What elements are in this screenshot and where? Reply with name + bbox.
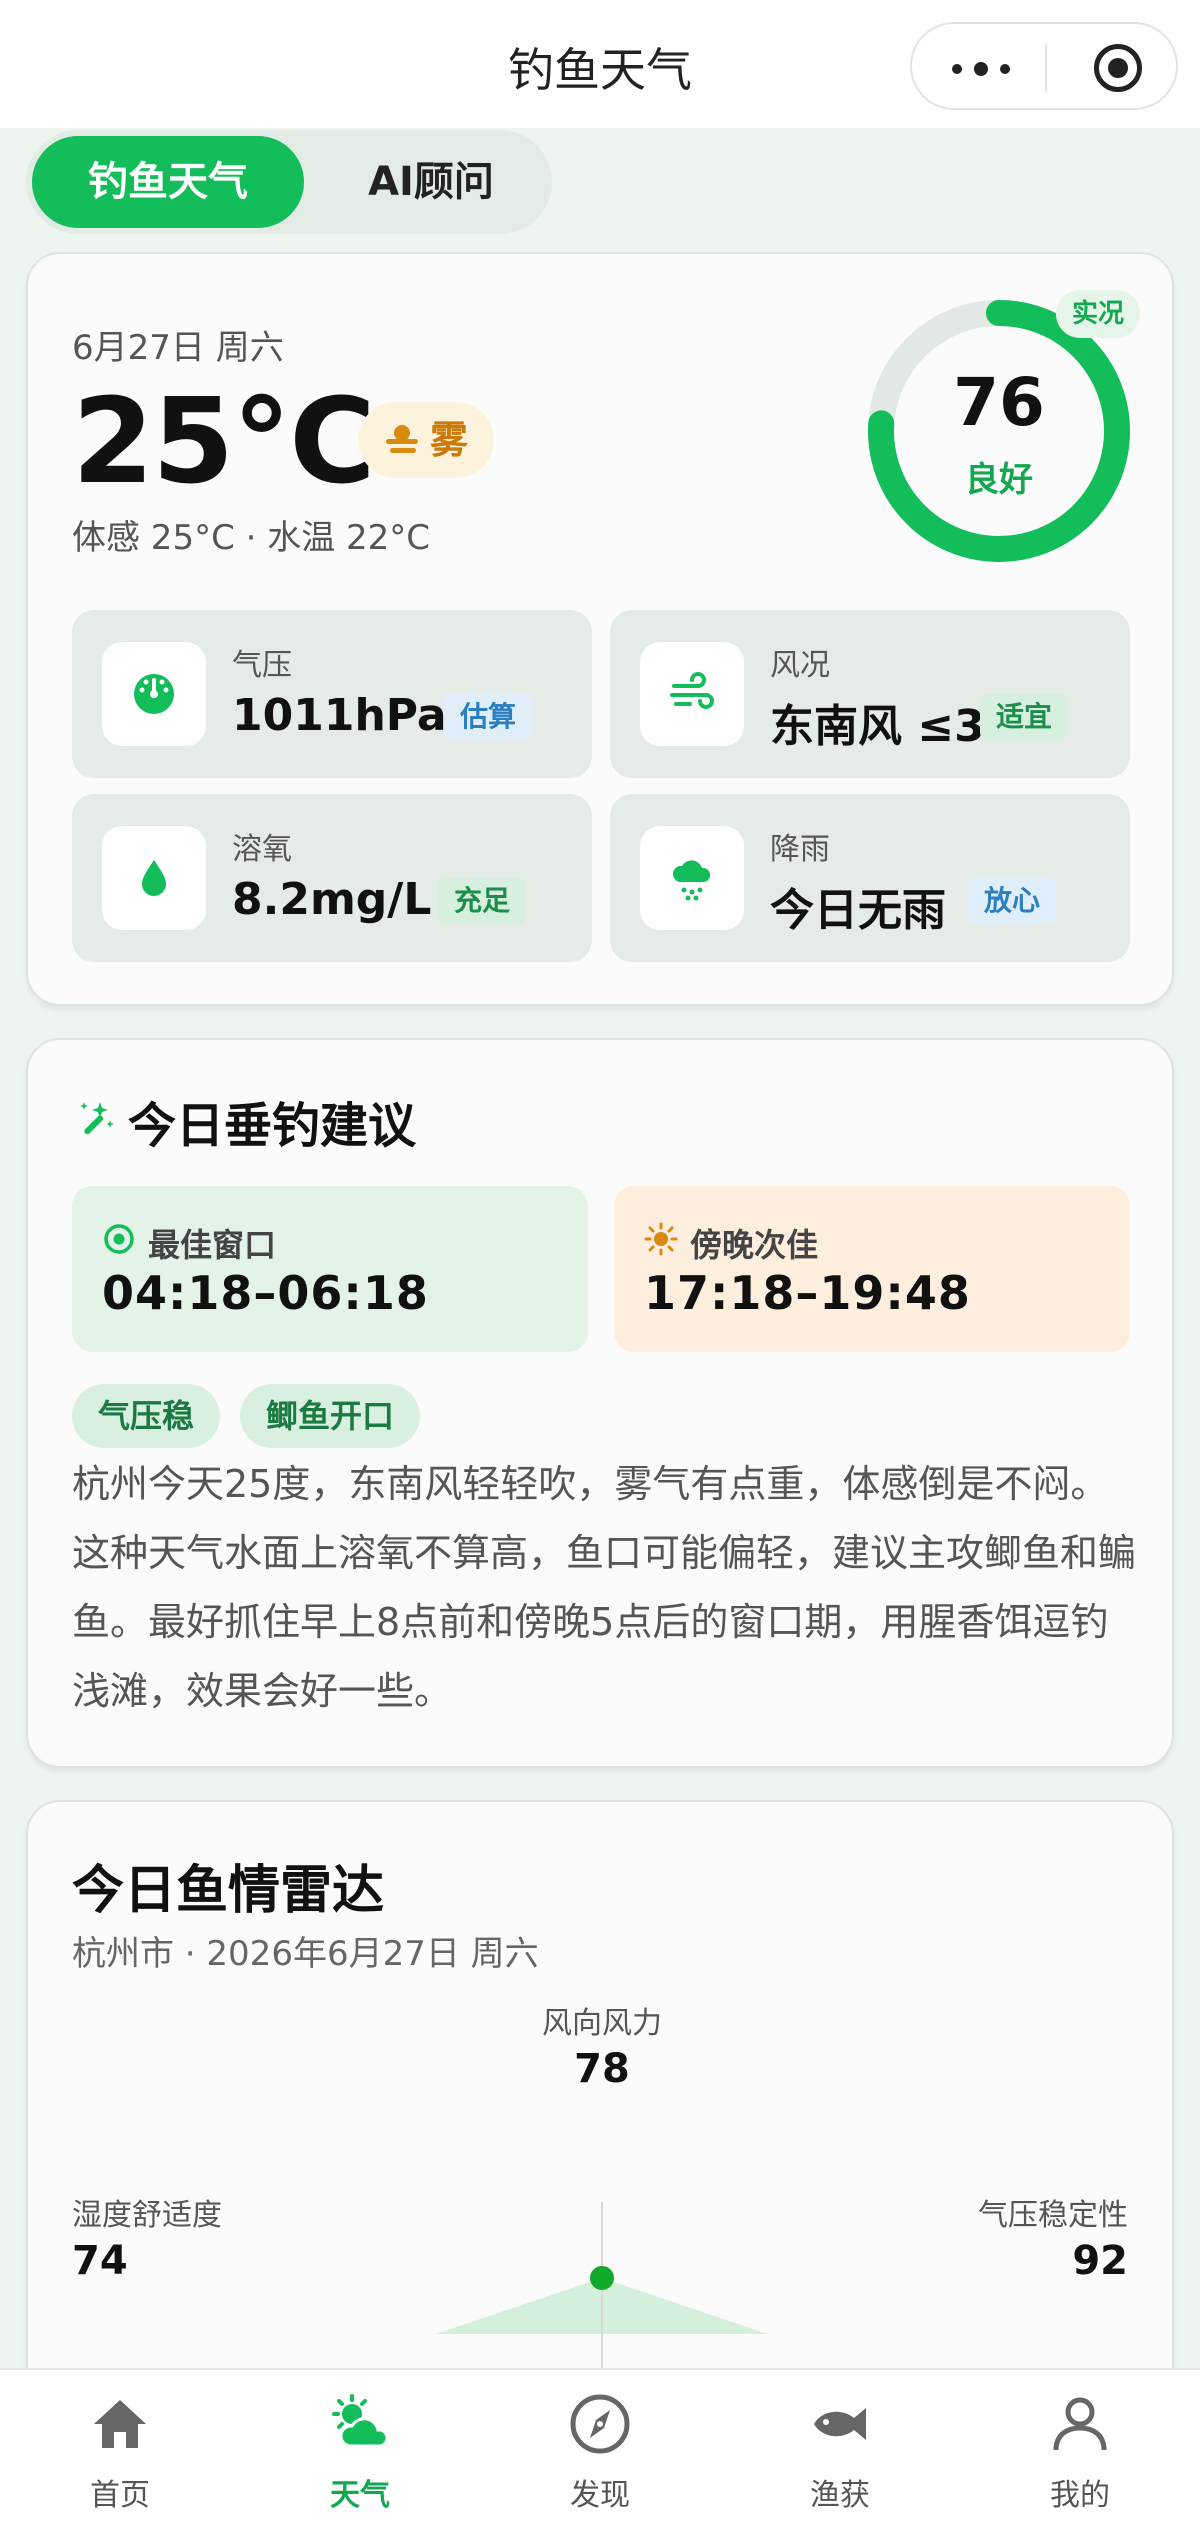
nav-profile[interactable]: 我的 — [960, 2370, 1200, 2526]
radar-axis-label: 气压稳定性 — [978, 2198, 1128, 2233]
target-icon — [104, 1224, 134, 1254]
metric-value: 1011hPa — [232, 690, 447, 741]
metric-value: 今日无雨 — [770, 885, 946, 936]
fishing-grade: 良好 — [965, 460, 1033, 500]
nav-catch[interactable]: 渔获 — [720, 2370, 960, 2526]
best-window: 最佳窗口 04:18–06:18 — [72, 1186, 588, 1352]
metric-label: 风况 — [770, 648, 830, 683]
compass-icon — [570, 2394, 630, 2454]
metric-tag: 估算 — [444, 694, 533, 740]
wind-icon — [670, 672, 714, 709]
mode-switch: 钓鱼天气 AI顾问 — [26, 130, 552, 234]
radar-axis-label: 湿度舒适度 — [72, 2198, 222, 2233]
metric-label: 降雨 — [770, 832, 830, 867]
water-drop-icon — [142, 860, 166, 896]
advice-title: 今日垂钓建议 — [128, 1098, 417, 1154]
gauge-icon — [134, 674, 174, 714]
nav-label: 首页 — [90, 2478, 150, 2513]
nav-label: 天气 — [330, 2478, 390, 2513]
metric-tag: 适宜 — [980, 694, 1069, 740]
metric-pressure: 气压 1011hPa 估算 — [72, 610, 592, 778]
fishing-score: 76 — [953, 364, 1045, 441]
feel-and-water-temp: 体感 25°C · 水温 22°C — [72, 518, 431, 558]
metric-rain: 降雨 今日无雨 放心 — [610, 794, 1130, 962]
tab-ai-advisor[interactable]: AI顾问 — [316, 136, 546, 228]
more-options-icon[interactable] — [952, 62, 1052, 76]
advice-text: 杭州今天25度，东南风轻轻吹，雾气有点重，体感倒是不闷。这种天气水面上溶氧不算高… — [72, 1462, 1137, 1713]
current-weather-card: 6月27日 周六 25°C 雾 体感 25°C · 水温 22°C 76 良好 … — [26, 252, 1174, 1006]
capsule-divider — [1045, 44, 1047, 92]
radar-axis-value: 92 — [1072, 2238, 1128, 2284]
radar-axis-value: 74 — [72, 2238, 128, 2284]
fog-icon — [386, 425, 418, 453]
metric-tag: 充足 — [438, 878, 527, 924]
profile-icon — [1053, 2397, 1107, 2451]
weather-condition-badge: 雾 — [358, 402, 495, 478]
fishing-advice-card: 今日垂钓建议 最佳窗口 04:18–06:18 傍晚次佳 17:18–19:48… — [26, 1038, 1174, 1768]
top-bar: 钓鱼天气 — [0, 0, 1200, 128]
best-window-label: 最佳窗口 — [148, 1226, 277, 1264]
metric-value: 8.2mg/L — [232, 874, 432, 925]
home-icon — [94, 2400, 146, 2448]
fish-icon — [814, 2408, 866, 2440]
weather-condition-label: 雾 — [430, 418, 469, 462]
metric-label: 溶氧 — [232, 832, 292, 867]
metric-value: 东南风 ≤3 — [770, 701, 985, 752]
magic-wand-icon — [80, 1102, 114, 1135]
advice-chip: 气压稳 — [72, 1384, 221, 1448]
nav-label: 渔获 — [810, 2478, 870, 2513]
best-window-time: 04:18–06:18 — [102, 1266, 429, 1320]
tab-fishing-weather[interactable]: 钓鱼天气 — [32, 136, 304, 228]
nav-label: 我的 — [1050, 2478, 1110, 2513]
evening-window: 傍晚次佳 17:18–19:48 — [614, 1186, 1130, 1352]
metric-dissolved-oxygen: 溶氧 8.2mg/L 充足 — [72, 794, 592, 962]
metric-wind: 风况 东南风 ≤3 适宜 — [610, 610, 1130, 778]
nav-label: 发现 — [570, 2478, 630, 2513]
weather-icon — [332, 2394, 389, 2448]
bottom-tab-bar: 首页 天气 发现 渔获 我的 — [0, 2368, 1200, 2526]
live-tag: 实况 — [1056, 290, 1141, 338]
metric-label: 气压 — [232, 648, 292, 683]
advice-chip: 鲫鱼开口 — [240, 1384, 421, 1448]
radar-axis-value: 78 — [574, 2046, 630, 2092]
mini-program-capsule — [910, 22, 1178, 110]
nav-discover[interactable]: 发现 — [480, 2370, 720, 2526]
current-date: 6月27日 周六 — [72, 328, 284, 368]
current-temperature: 25°C — [72, 372, 376, 510]
radar-axis-label: 风向风力 — [542, 2006, 662, 2041]
sun-icon — [644, 1222, 678, 1256]
rain-cloud-icon — [672, 860, 711, 901]
evening-window-label: 傍晚次佳 — [690, 1226, 819, 1264]
metric-tag: 放心 — [968, 878, 1057, 924]
evening-window-time: 17:18–19:48 — [644, 1266, 971, 1320]
nav-home[interactable]: 首页 — [0, 2370, 240, 2526]
close-program-icon[interactable] — [1094, 44, 1142, 92]
nav-weather[interactable]: 天气 — [240, 2370, 480, 2526]
radar-point — [590, 2266, 614, 2290]
